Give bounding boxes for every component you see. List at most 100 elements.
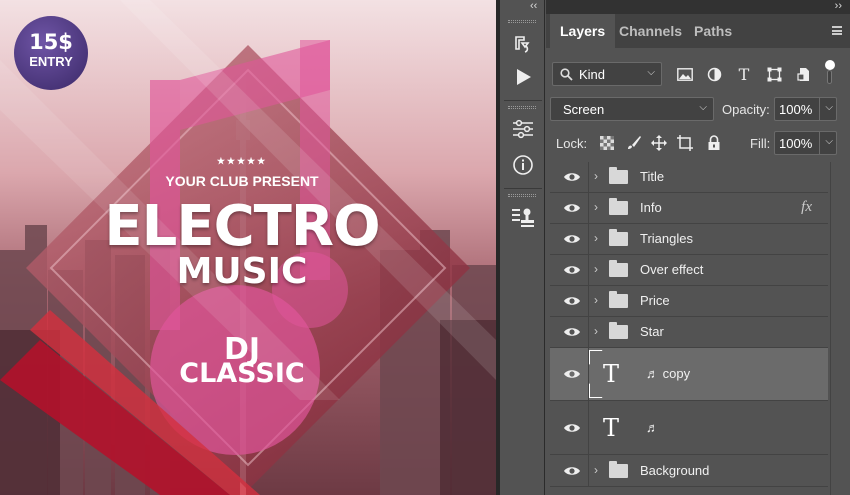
visibility-eye-icon[interactable] [558, 162, 586, 192]
folder-icon [609, 291, 628, 308]
fill-dropdown-button[interactable]: ⌵ [819, 131, 837, 155]
layer-row-info[interactable]: › Info fx ⌵ [550, 193, 842, 224]
layer-name: Info [640, 200, 662, 215]
layer-row-price[interactable]: › Price [550, 286, 828, 317]
panel-tabs: Layers Channels Paths [546, 14, 850, 48]
smart-object-filter-icon[interactable] [794, 64, 814, 84]
poster-canvas[interactable]: 15$ ENTRY ★★★★★ YOUR CLUB PRESENT ELECTR… [0, 0, 496, 495]
row-separator [588, 286, 589, 316]
layer-name: ♬ copy [646, 366, 691, 381]
fill-label: Fill: [750, 136, 771, 151]
history-brush-icon[interactable] [507, 30, 539, 60]
layer-name: Over effect [640, 262, 704, 277]
text-layer-thumbnail: T [602, 413, 619, 442]
tool-strip: ‹‹ [500, 0, 545, 495]
visibility-eye-icon[interactable] [558, 317, 586, 347]
chevron-down-icon: ⌵ [699, 102, 707, 113]
layer-name: ♬ [646, 419, 659, 435]
expand-chevron-icon[interactable]: › [594, 262, 598, 276]
layer-effects-icon[interactable]: fx [801, 199, 812, 216]
expand-chevron-icon[interactable]: › [594, 463, 598, 477]
filter-kind-label: Kind [579, 67, 606, 82]
visibility-eye-icon[interactable] [558, 401, 586, 454]
tab-layers[interactable]: Layers [550, 14, 616, 48]
tab-channels[interactable]: Channels [609, 14, 692, 48]
search-icon [560, 68, 573, 81]
lock-artboard-icon[interactable] [675, 133, 695, 153]
strip-grip[interactable] [508, 194, 536, 197]
panel-menu-icon[interactable] [832, 26, 842, 35]
fill-value: 100% [779, 136, 813, 151]
layer-name: Star [640, 324, 664, 339]
filter-toggle[interactable] [825, 60, 835, 86]
strip-grip[interactable] [508, 20, 536, 23]
layer-row-note-copy[interactable]: T ♬ copy [550, 348, 828, 401]
folder-icon [609, 260, 628, 277]
opacity-dropdown-button[interactable]: ⌵ [819, 97, 837, 121]
lock-pixels-icon[interactable] [624, 133, 644, 153]
layer-row-star[interactable]: › Star [550, 317, 828, 348]
panel-header-bar: ›› [546, 0, 850, 14]
folder-icon [609, 460, 628, 478]
visibility-eye-icon[interactable] [558, 224, 586, 254]
blend-mode-value: Screen [563, 102, 605, 117]
play-icon[interactable] [507, 62, 539, 92]
adjustments-icon[interactable] [507, 114, 539, 144]
visibility-eye-icon[interactable] [558, 286, 586, 316]
adjustment-filter-icon[interactable] [704, 64, 724, 84]
collapse-right-button[interactable]: ›› [835, 0, 842, 12]
stamp-icon[interactable] [507, 202, 539, 232]
expand-chevron-icon[interactable]: › [594, 169, 598, 183]
lock-position-icon[interactable] [649, 133, 669, 153]
badge-price: 15$ [29, 30, 73, 54]
layer-row-background[interactable]: › Background [550, 455, 828, 487]
layer-row-note[interactable]: T ♬ [550, 401, 828, 455]
layer-row-title[interactable]: › Title [550, 162, 828, 193]
visibility-eye-icon[interactable] [558, 193, 586, 223]
folder-icon [609, 229, 628, 246]
row-separator [588, 162, 589, 192]
layer-row-over-effect[interactable]: › Over effect [550, 255, 828, 286]
lock-transparency-icon[interactable] [597, 133, 617, 153]
chevron-down-icon: ⌵ [825, 136, 833, 147]
visibility-eye-icon[interactable] [558, 348, 586, 400]
strip-grip[interactable] [508, 106, 536, 109]
info-icon[interactable] [507, 150, 539, 180]
chevron-down-icon: ⌵ [647, 67, 655, 78]
blend-mode-select[interactable]: Screen ⌵ [550, 97, 714, 121]
row-separator [588, 224, 589, 254]
layer-name: Background [640, 462, 710, 478]
folder-icon [609, 167, 628, 184]
expand-chevron-icon[interactable]: › [594, 293, 598, 307]
fill-input[interactable]: 100% [774, 131, 820, 155]
type-filter-icon[interactable]: T [734, 64, 754, 84]
dj-name: CLASSIC [179, 358, 305, 389]
headline: ELECTRO [104, 194, 380, 259]
expand-chevron-icon[interactable]: › [594, 324, 598, 338]
tool-separator [504, 100, 542, 101]
price-badge: 15$ ENTRY [14, 16, 88, 90]
rating-stars: ★★★★★ [216, 156, 268, 166]
opacity-input[interactable]: 100% [774, 97, 820, 121]
shape-filter-icon[interactable] [764, 64, 784, 84]
layer-name: Title [640, 169, 665, 184]
expand-chevron-icon[interactable]: › [594, 231, 598, 245]
filter-kind-select[interactable]: Kind ⌵ [552, 62, 662, 86]
layer-name: Triangles [640, 231, 693, 246]
visibility-eye-icon[interactable] [558, 455, 586, 486]
text-layer-thumbnail: T [589, 350, 633, 398]
club-line: YOUR CLUB PRESENT [165, 173, 319, 189]
image-filter-icon[interactable] [675, 64, 695, 84]
tool-separator [504, 188, 542, 189]
collapse-left-button[interactable]: ‹‹ [530, 0, 537, 14]
lock-all-icon[interactable] [704, 133, 724, 153]
tab-paths[interactable]: Paths [684, 14, 742, 48]
lock-label: Lock: [556, 136, 588, 151]
visibility-eye-icon[interactable] [558, 255, 586, 285]
layer-list-scrollbar[interactable] [830, 162, 850, 495]
expand-chevron-icon[interactable]: › [594, 200, 598, 214]
folder-icon [609, 198, 628, 215]
chevron-down-icon: ⌵ [825, 102, 833, 113]
layer-row-triangles[interactable]: › Triangles [550, 224, 828, 255]
row-separator [588, 255, 589, 285]
